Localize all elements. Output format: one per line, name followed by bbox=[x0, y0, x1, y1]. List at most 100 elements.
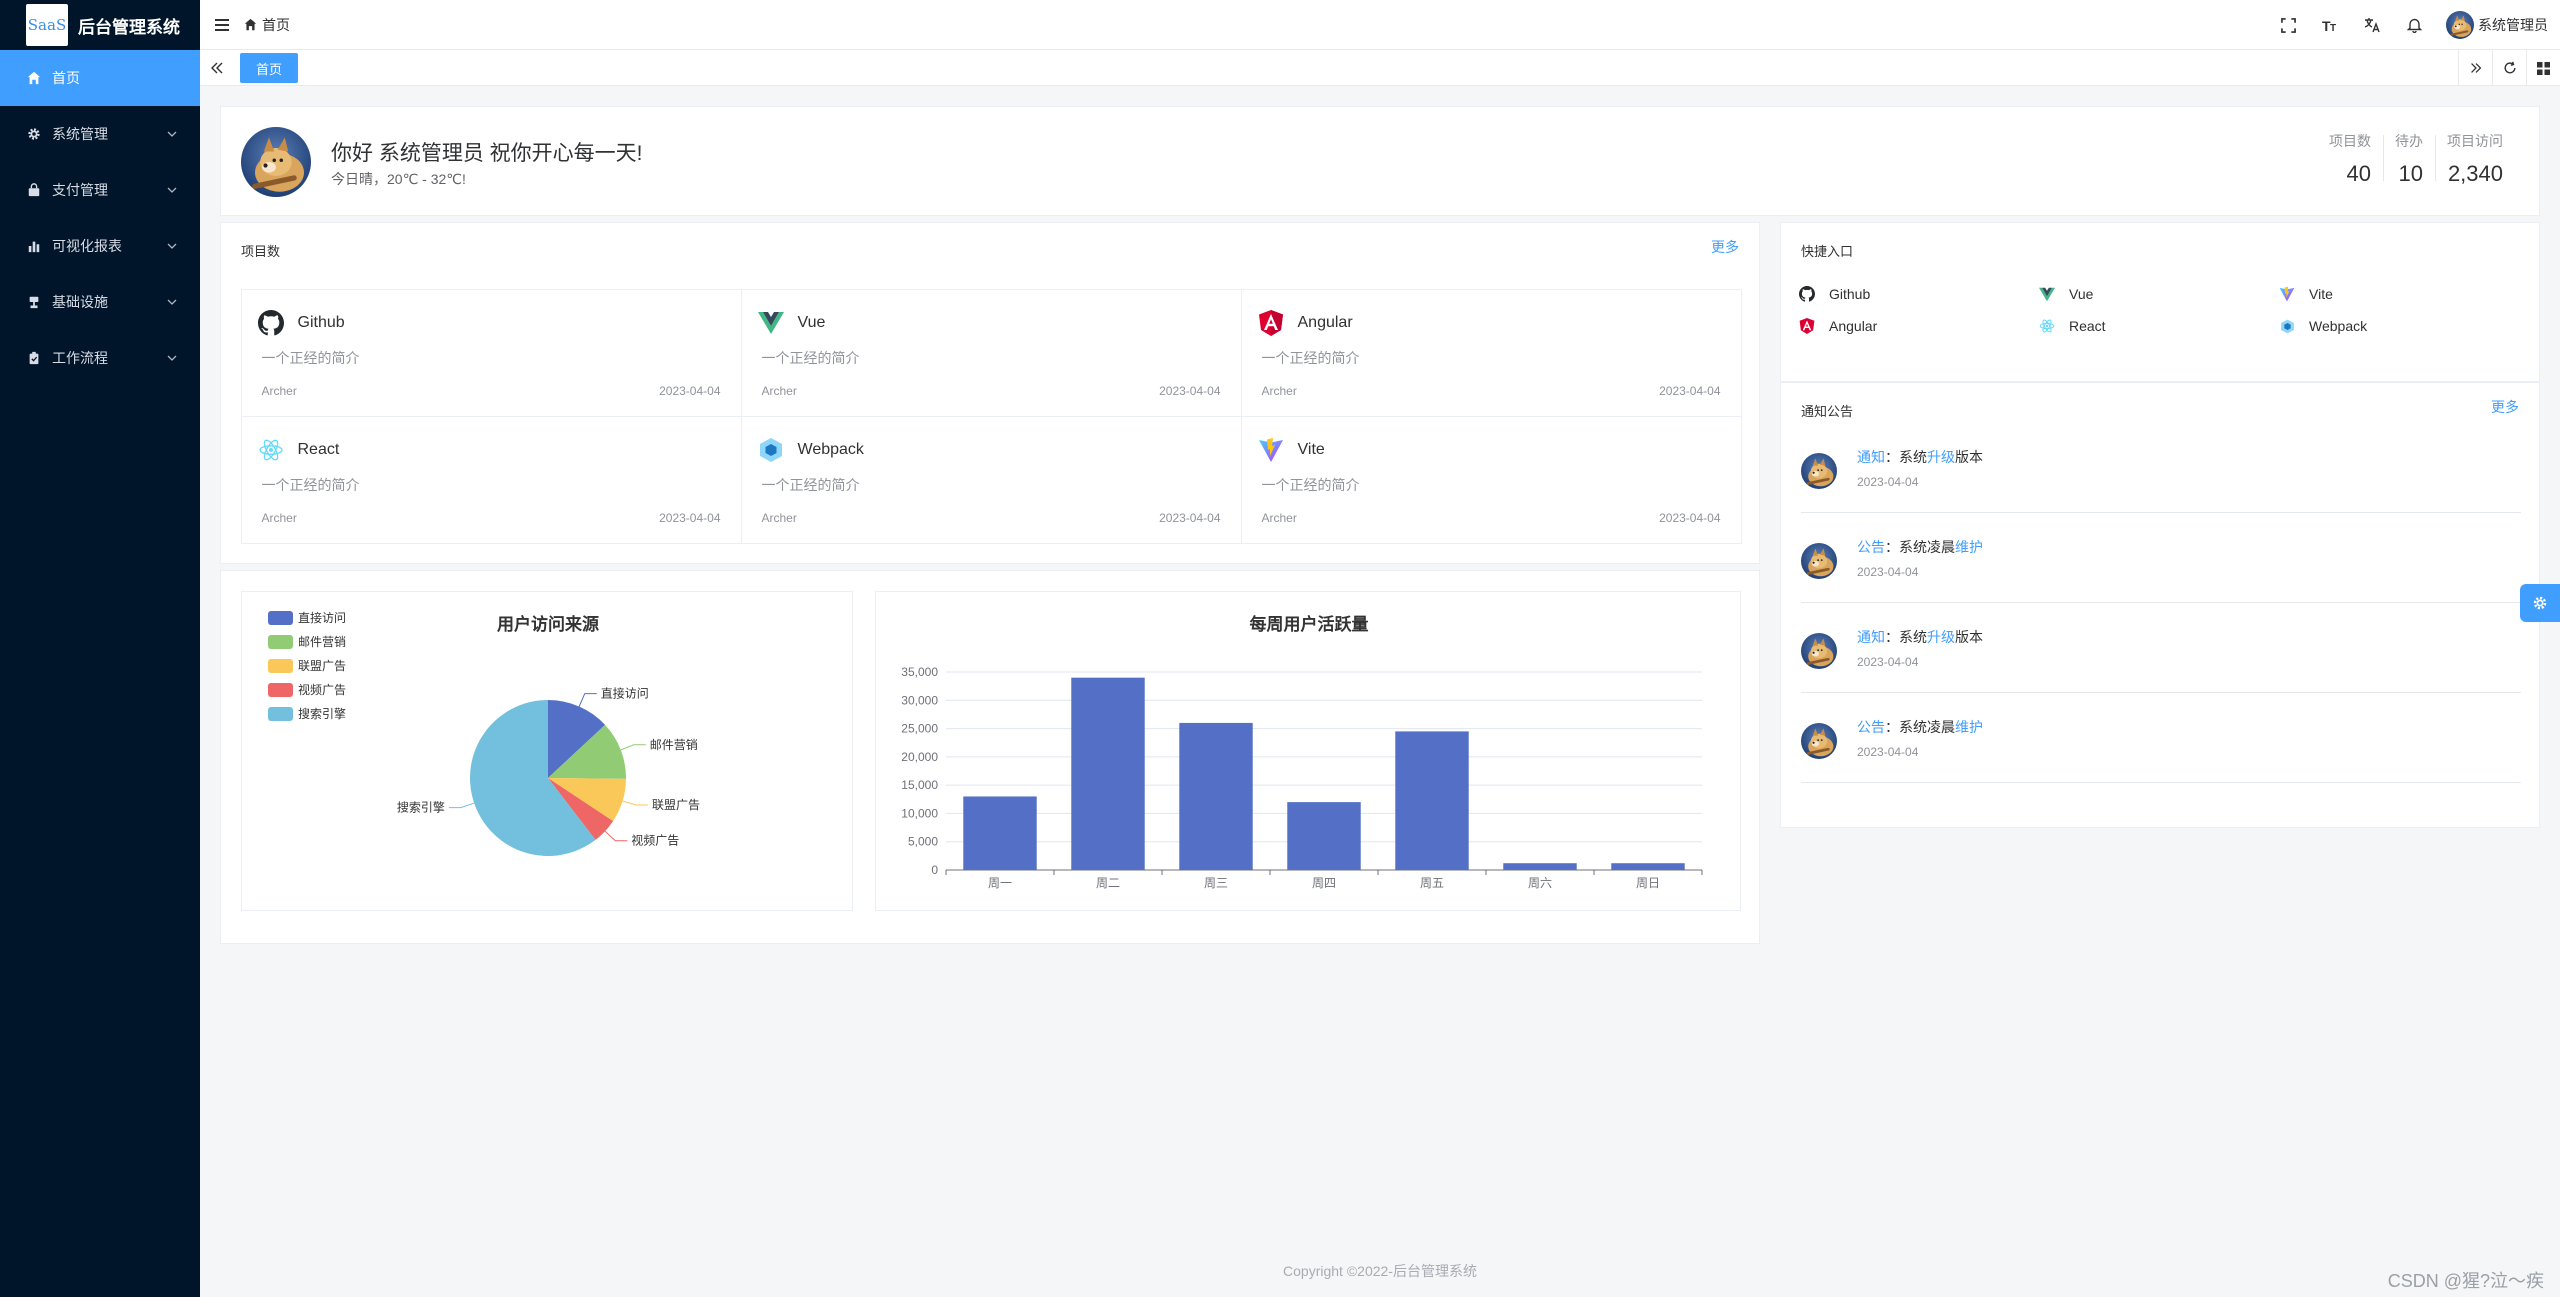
x-tick-label: 周二 bbox=[1096, 876, 1120, 890]
project-desc: 一个正经的简介 bbox=[761, 349, 860, 366]
project-author: Archer bbox=[261, 383, 297, 398]
chart-title: 每周用户活跃量 bbox=[1250, 614, 1369, 634]
chevron-down-icon bbox=[167, 131, 177, 137]
project-author: Archer bbox=[1261, 510, 1297, 525]
pie-chart-panel: 用户访问来源 直接访问 邮件营销 联盟广告 视频广告 搜索引擎 直接访问 邮件营销 联盟广告 视频… bbox=[241, 591, 853, 911]
notice-item[interactable]: 公告：系统凌晨维护 2023-04-04 bbox=[1801, 513, 2521, 603]
double-chevron-right-icon[interactable] bbox=[2458, 50, 2492, 86]
breadcrumb-item[interactable]: 首页 bbox=[262, 15, 290, 35]
bar-chart: 每周用户活跃量 0 5,000 10,000 15,000 20,000 25,000 30,… bbox=[901, 614, 1703, 890]
notice-date: 2023-04-04 bbox=[1857, 475, 1919, 489]
translate-icon[interactable] bbox=[2362, 15, 2382, 35]
notice-sep: ： bbox=[1885, 719, 1899, 735]
sidebar-item-label: 工作流程 bbox=[52, 350, 108, 366]
grid-menu-icon[interactable] bbox=[2526, 50, 2560, 86]
quick-item-react[interactable]: React bbox=[2039, 317, 2279, 335]
sidebar-item-infra[interactable]: 基础设施 bbox=[0, 274, 200, 330]
x-tick-label: 周四 bbox=[1312, 876, 1336, 890]
chevron-down-icon bbox=[167, 243, 177, 249]
stat-todo: 待办 10 bbox=[2383, 131, 2435, 187]
notice-pre: 系统 bbox=[1899, 629, 1927, 645]
user-menu[interactable]: 系统管理员 bbox=[2446, 11, 2548, 39]
double-chevron-left-icon[interactable] bbox=[208, 59, 226, 77]
chevron-down-icon bbox=[167, 355, 177, 361]
x-tick-label: 周日 bbox=[1636, 876, 1660, 890]
stat-label: 待办 bbox=[2395, 133, 2423, 149]
y-tick-label: 0 bbox=[931, 863, 938, 877]
legend-label: 直接访问 bbox=[298, 610, 346, 625]
font-size-icon[interactable]: TT bbox=[2320, 15, 2340, 35]
notice-date: 2023-04-04 bbox=[1857, 655, 1919, 669]
sidebar-item-workflow[interactable]: 工作流程 bbox=[0, 330, 200, 386]
tab-home[interactable]: 首页 bbox=[240, 53, 299, 83]
legend-label: 视频广告 bbox=[298, 682, 346, 697]
y-tick-label: 25,000 bbox=[901, 722, 938, 736]
project-author: Archer bbox=[261, 510, 297, 525]
quick-item-webpack[interactable]: Webpack bbox=[2279, 317, 2519, 335]
notice-highlight: 维护 bbox=[1955, 539, 1983, 555]
stat-value: 40 bbox=[2346, 161, 2371, 186]
more-link[interactable]: 更多 bbox=[1711, 237, 1739, 257]
sidebar-item-payment[interactable]: 支付管理 bbox=[0, 162, 200, 218]
sidebar-item-reports[interactable]: 可视化报表 bbox=[0, 218, 200, 274]
menu-toggle-icon[interactable] bbox=[212, 15, 232, 35]
project-desc: 一个正经的简介 bbox=[1261, 349, 1360, 366]
notice-item[interactable]: 通知：系统升级版本 2023-04-04 bbox=[1801, 423, 2521, 513]
fullscreen-icon[interactable] bbox=[2278, 15, 2298, 35]
notice-text: 通知：系统升级版本 bbox=[1857, 447, 1983, 467]
pie-label-line bbox=[622, 800, 648, 806]
vite-icon bbox=[2279, 286, 2295, 302]
project-date: 2023-04-04 bbox=[1659, 510, 1721, 525]
project-name: Vue bbox=[797, 313, 826, 331]
bag-icon bbox=[26, 182, 42, 198]
home-icon bbox=[26, 70, 42, 86]
notice-item[interactable]: 公告：系统凌晨维护 2023-04-04 bbox=[1801, 693, 2521, 783]
stat-visits: 项目访问 2,340 bbox=[2435, 131, 2515, 187]
quick-item-github[interactable]: Github bbox=[1799, 285, 2039, 303]
project-card-react[interactable]: React 一个正经的简介 Archer 2023-04-04 bbox=[240, 415, 742, 544]
vue-icon bbox=[2039, 286, 2055, 302]
project-name: Github bbox=[297, 313, 345, 331]
header-actions: TT 系统管理员 bbox=[2278, 0, 2548, 50]
notice-sep: ： bbox=[1885, 539, 1899, 555]
notice-highlight: 升级 bbox=[1927, 449, 1955, 465]
bar bbox=[1395, 731, 1469, 870]
project-card-vue[interactable]: Vue 一个正经的简介 Archer 2023-04-04 bbox=[740, 288, 1242, 417]
quick-item-vite[interactable]: Vite bbox=[2279, 285, 2519, 303]
bell-icon[interactable] bbox=[2404, 15, 2424, 35]
pie-label-line bbox=[448, 802, 475, 809]
sidebar-item-system[interactable]: 系统管理 bbox=[0, 106, 200, 162]
svg-text:T: T bbox=[2330, 23, 2336, 33]
sidebar-item-home[interactable]: 首页 bbox=[0, 50, 200, 106]
notice-post: 版本 bbox=[1955, 629, 1983, 645]
pie-label: 搜索引擎 bbox=[397, 800, 445, 815]
notice-tag: 通知 bbox=[1857, 449, 1885, 465]
more-link[interactable]: 更多 bbox=[2491, 397, 2519, 417]
stat-value: 2,340 bbox=[2447, 161, 2503, 186]
footer-copyright: Copyright ©2022-后台管理系统 bbox=[1283, 1263, 1477, 1279]
refresh-icon[interactable] bbox=[2492, 50, 2526, 86]
notice-pre: 系统凌晨 bbox=[1899, 539, 1955, 555]
theme-settings-button[interactable] bbox=[2520, 584, 2560, 622]
y-tick-label: 5,000 bbox=[908, 835, 938, 849]
pie-label: 联盟广告 bbox=[652, 798, 700, 812]
quick-item-angular[interactable]: Angular bbox=[1799, 317, 2039, 335]
charts-card: 用户访问来源 直接访问 邮件营销 联盟广告 视频广告 搜索引擎 直接访问 邮件营销 联盟广告 视频… bbox=[220, 570, 1760, 944]
chart-title: 用户访问来源 bbox=[497, 614, 599, 634]
stamp-icon bbox=[26, 294, 42, 310]
notice-item[interactable]: 通知：系统升级版本 2023-04-04 bbox=[1801, 603, 2521, 693]
quick-label: Vue bbox=[2069, 286, 2094, 302]
quick-entry-card: 快捷入口 Github Vue Vite Angular React Webpa… bbox=[1780, 222, 2540, 382]
chevron-down-icon bbox=[167, 187, 177, 193]
project-card-vite[interactable]: Vite 一个正经的简介 Archer 2023-04-04 bbox=[1240, 415, 1742, 544]
quick-item-vue[interactable]: Vue bbox=[2039, 285, 2279, 303]
project-card-angular[interactable]: Angular 一个正经的简介 Archer 2023-04-04 bbox=[1240, 288, 1742, 417]
project-card-webpack[interactable]: Webpack 一个正经的简介 Archer 2023-04-04 bbox=[740, 415, 1242, 544]
avatar bbox=[241, 127, 311, 197]
project-card-github[interactable]: Github 一个正经的简介 Archer 2023-04-04 bbox=[240, 288, 742, 417]
project-desc: 一个正经的简介 bbox=[261, 349, 360, 366]
logo[interactable]: SaaS 后台管理系统 bbox=[0, 0, 200, 50]
notice-text: 公告：系统凌晨维护 bbox=[1857, 717, 1983, 737]
project-grid: Github 一个正经的简介 Archer 2023-04-04 Vue 一个正… bbox=[240, 288, 1742, 544]
webpack-icon bbox=[2279, 318, 2295, 334]
